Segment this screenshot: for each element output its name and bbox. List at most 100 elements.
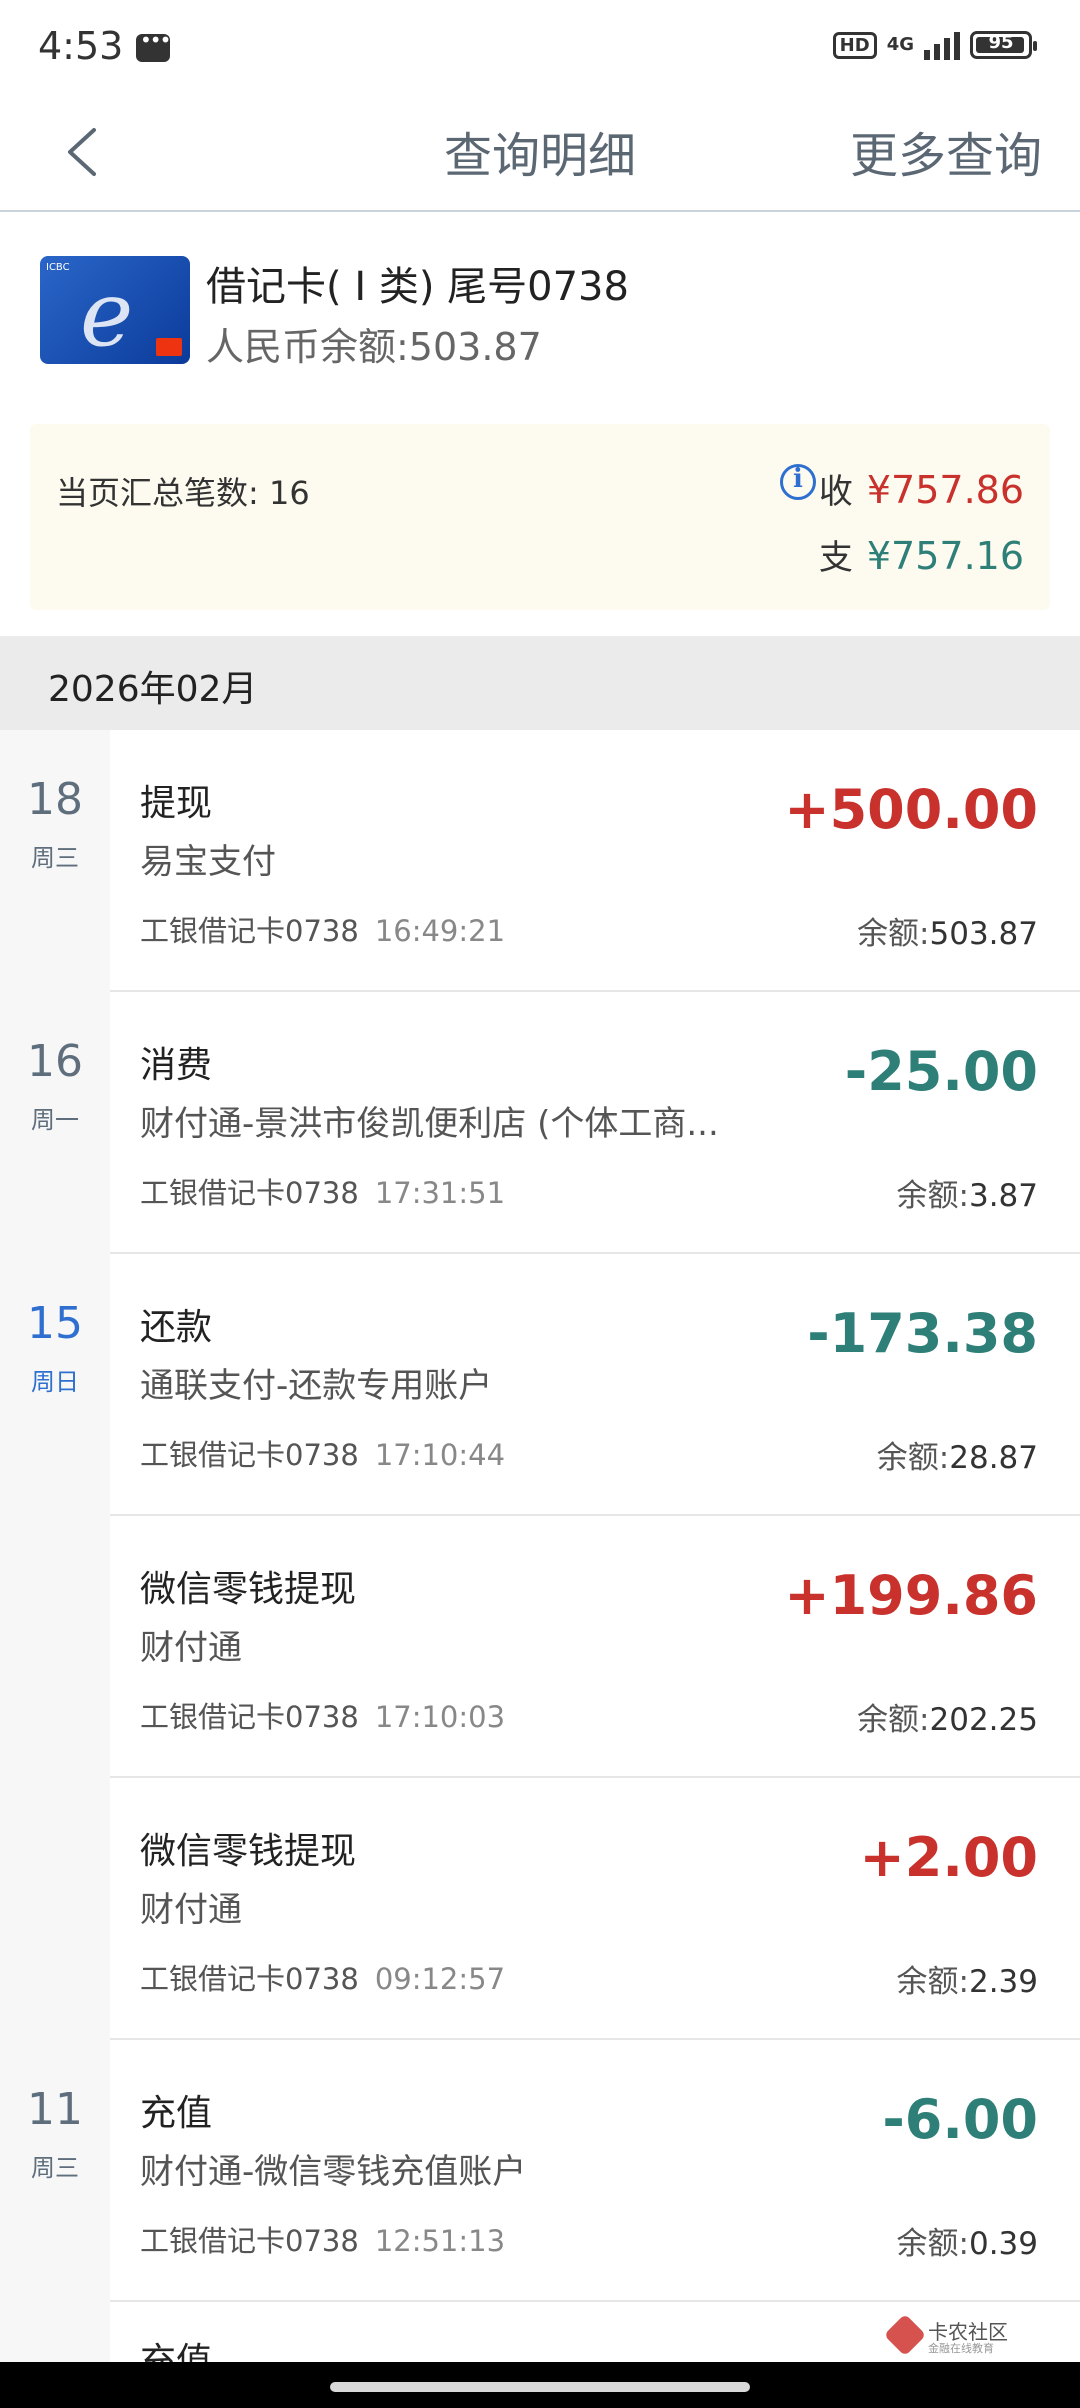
balance-value: 503.87 <box>929 916 1038 952</box>
transaction-desc: 财付通-景洪市俊凯便利店 (个体工商... <box>140 1104 719 1144</box>
transaction-time: 17:10:03 <box>374 1700 506 1734</box>
transaction-amount: -6.00 <box>882 2088 1038 2151</box>
transaction-body: 微信零钱提现 财付通 工银借记卡0738 17:10:03 +199.86 余额:… <box>110 1516 1080 1778</box>
unionpay-logo <box>156 338 182 356</box>
nav-bar: 查询明细 更多查询 <box>0 92 1080 212</box>
transaction-day: 16 <box>27 1036 83 1087</box>
transaction-desc: 财付通-微信零钱充值账户 <box>140 2152 527 2192</box>
status-indicators: HD 4G 95 <box>832 30 1037 60</box>
transaction-balance: 余额:503.87 <box>857 908 1038 953</box>
expense-label: 支 <box>818 538 853 578</box>
balance-label: 余额: <box>896 1964 969 2000</box>
account-card[interactable]: ICBC e 借记卡( Ⅰ 类) 尾号0738 人民币余额:503.87 <box>0 212 1080 412</box>
transaction-time: 16:49:21 <box>374 914 506 948</box>
transaction-row[interactable]: 18 周三 提现 易宝支付 工银借记卡0738 16:49:21 +500.00 … <box>0 730 1080 992</box>
transaction-balance: 余额:3.87 <box>897 1170 1038 1215</box>
transaction-card: 工银借记卡0738 09:12:57 <box>140 1956 505 1998</box>
transaction-amount: -25.00 <box>844 1040 1038 1103</box>
battery-icon: 95 <box>970 31 1037 59</box>
transaction-body: 消费 财付通-景洪市俊凯便利店 (个体工商... 工银借记卡0738 17:31:… <box>110 992 1080 1254</box>
network-type: 4G <box>886 34 914 55</box>
transaction-type: 提现 <box>140 783 213 824</box>
transaction-row[interactable]: 16 周一 消费 财付通-景洪市俊凯便利店 (个体工商... 工银借记卡0738… <box>0 992 1080 1254</box>
month-label: 2026年02月 <box>48 669 258 710</box>
expense-amount: ¥757.16 <box>866 534 1024 578</box>
transaction-card-name: 工银借记卡0738 <box>140 1176 359 1210</box>
transaction-weekday: 周三 <box>31 844 79 872</box>
transaction-row[interactable]: 15 周日 还款 通联支付-还款专用账户 工银借记卡0738 17:10:44 -… <box>0 1254 1080 1516</box>
status-bar: 4:53 HD 4G 95 <box>0 0 1080 92</box>
hd-icon: HD <box>832 31 877 59</box>
month-header: 2026年02月 <box>0 636 1080 730</box>
transaction-card-name: 工银借记卡0738 <box>140 1700 359 1734</box>
home-indicator[interactable] <box>330 2382 750 2392</box>
transaction-card: 工银借记卡0738 17:31:51 <box>140 1170 505 1212</box>
transaction-balance: 余额:2.39 <box>897 1956 1038 2001</box>
transaction-type: 充值 <box>140 2093 213 2134</box>
balance-value: 2.39 <box>968 1964 1038 2000</box>
transaction-type: 消费 <box>140 1045 213 1086</box>
transaction-card-name: 工银借记卡0738 <box>140 1962 359 1996</box>
transaction-list: 18 周三 提现 易宝支付 工银借记卡0738 16:49:21 +500.00 … <box>0 730 1080 2302</box>
card-image: ICBC e <box>40 256 190 364</box>
transaction-day: 18 <box>27 774 83 825</box>
transaction-type: 微信零钱提现 <box>140 1831 357 1872</box>
transaction-type: 微信零钱提现 <box>140 1569 357 1610</box>
transaction-row[interactable]: 微信零钱提现 财付通 工银借记卡0738 09:12:57 +2.00 余额:2.… <box>0 1778 1080 2040</box>
transaction-row[interactable]: 11 周三 充值 财付通-微信零钱充值账户 工银借记卡0738 12:51:13 … <box>0 2040 1080 2302</box>
transaction-type: 还款 <box>140 1307 213 1348</box>
transaction-desc: 财付通 <box>140 1890 242 1930</box>
card-balance: 人民币余额:503.87 <box>206 325 542 369</box>
transaction-balance: 余额:28.87 <box>877 1432 1038 1477</box>
transaction-card-name: 工银借记卡0738 <box>140 914 359 948</box>
transaction-amount: +500.00 <box>784 778 1038 841</box>
date-column: 18 周三 <box>0 730 110 992</box>
transaction-time: 17:10:44 <box>374 1438 506 1472</box>
transaction-weekday: 周一 <box>31 1106 79 1134</box>
transaction-body: 充值 财付通-微信零钱充值账户 工银借记卡0738 12:51:13 -6.00 … <box>110 2040 1080 2302</box>
summary-income: 收 ¥757.86 <box>819 464 1024 513</box>
balance-value: 202.25 <box>929 1702 1038 1738</box>
transaction-row[interactable]: 微信零钱提现 财付通 工银借记卡0738 17:10:03 +199.86 余额:… <box>0 1516 1080 1778</box>
date-column <box>0 2302 110 2362</box>
balance-value: 28.87 <box>949 1440 1038 1476</box>
transaction-body: 微信零钱提现 财付通 工银借记卡0738 09:12:57 +2.00 余额:2.… <box>110 1778 1080 2040</box>
date-column: 11 周三 <box>0 2040 110 2302</box>
income-amount: ¥757.86 <box>866 468 1024 512</box>
transaction-time: 09:12:57 <box>374 1962 506 1996</box>
more-query-button[interactable]: 更多查询 <box>850 116 1042 186</box>
transaction-desc: 易宝支付 <box>140 842 276 882</box>
transaction-day: 15 <box>27 1298 83 1349</box>
transaction-time: 12:51:13 <box>374 2224 506 2258</box>
bank-logo: ICBC <box>46 262 70 273</box>
transaction-card: 工银借记卡0738 17:10:44 <box>140 1432 505 1474</box>
card-e-logo: e <box>80 262 134 364</box>
card-name: 借记卡( Ⅰ 类) 尾号0738 <box>206 264 629 310</box>
transaction-amount: -173.38 <box>807 1302 1038 1365</box>
income-label: 收 <box>818 472 853 512</box>
transaction-card: 工银借记卡0738 17:10:03 <box>140 1694 505 1736</box>
status-time: 4:53 <box>38 24 124 68</box>
transaction-card-name: 工银借记卡0738 <box>140 2224 359 2258</box>
date-column <box>0 1516 110 1778</box>
transaction-card: 工银借记卡0738 12:51:13 <box>140 2218 505 2260</box>
page-summary: 当页汇总笔数: 16 收 ¥757.86 支 ¥757.16 <box>30 424 1050 610</box>
transaction-amount: +2.00 <box>859 1826 1038 1889</box>
balance-label: 余额: <box>896 1178 969 1214</box>
transaction-amount: +199.86 <box>784 1564 1038 1627</box>
watermark-logo-icon <box>883 2313 927 2357</box>
transaction-day: 11 <box>27 2084 83 2135</box>
balance-label: 余额: <box>857 1702 930 1738</box>
watermark: 卡农社区 金融在线教育 <box>883 2313 1020 2358</box>
transaction-card: 工银借记卡0738 16:49:21 <box>140 908 505 950</box>
transaction-balance: 余额:0.39 <box>897 2218 1038 2263</box>
watermark-sub: 金融在线教育 <box>928 2342 994 2355</box>
transaction-weekday: 周日 <box>31 1368 79 1396</box>
transaction-desc: 通联支付-还款专用账户 <box>140 1366 493 1406</box>
balance-label: 余额: <box>896 2226 969 2262</box>
summary-expense: 支 ¥757.16 <box>819 530 1024 579</box>
info-icon[interactable] <box>780 464 816 500</box>
summary-count: 当页汇总笔数: 16 <box>56 474 310 512</box>
signal-icon <box>924 30 960 60</box>
battery-level: 95 <box>988 32 1014 53</box>
